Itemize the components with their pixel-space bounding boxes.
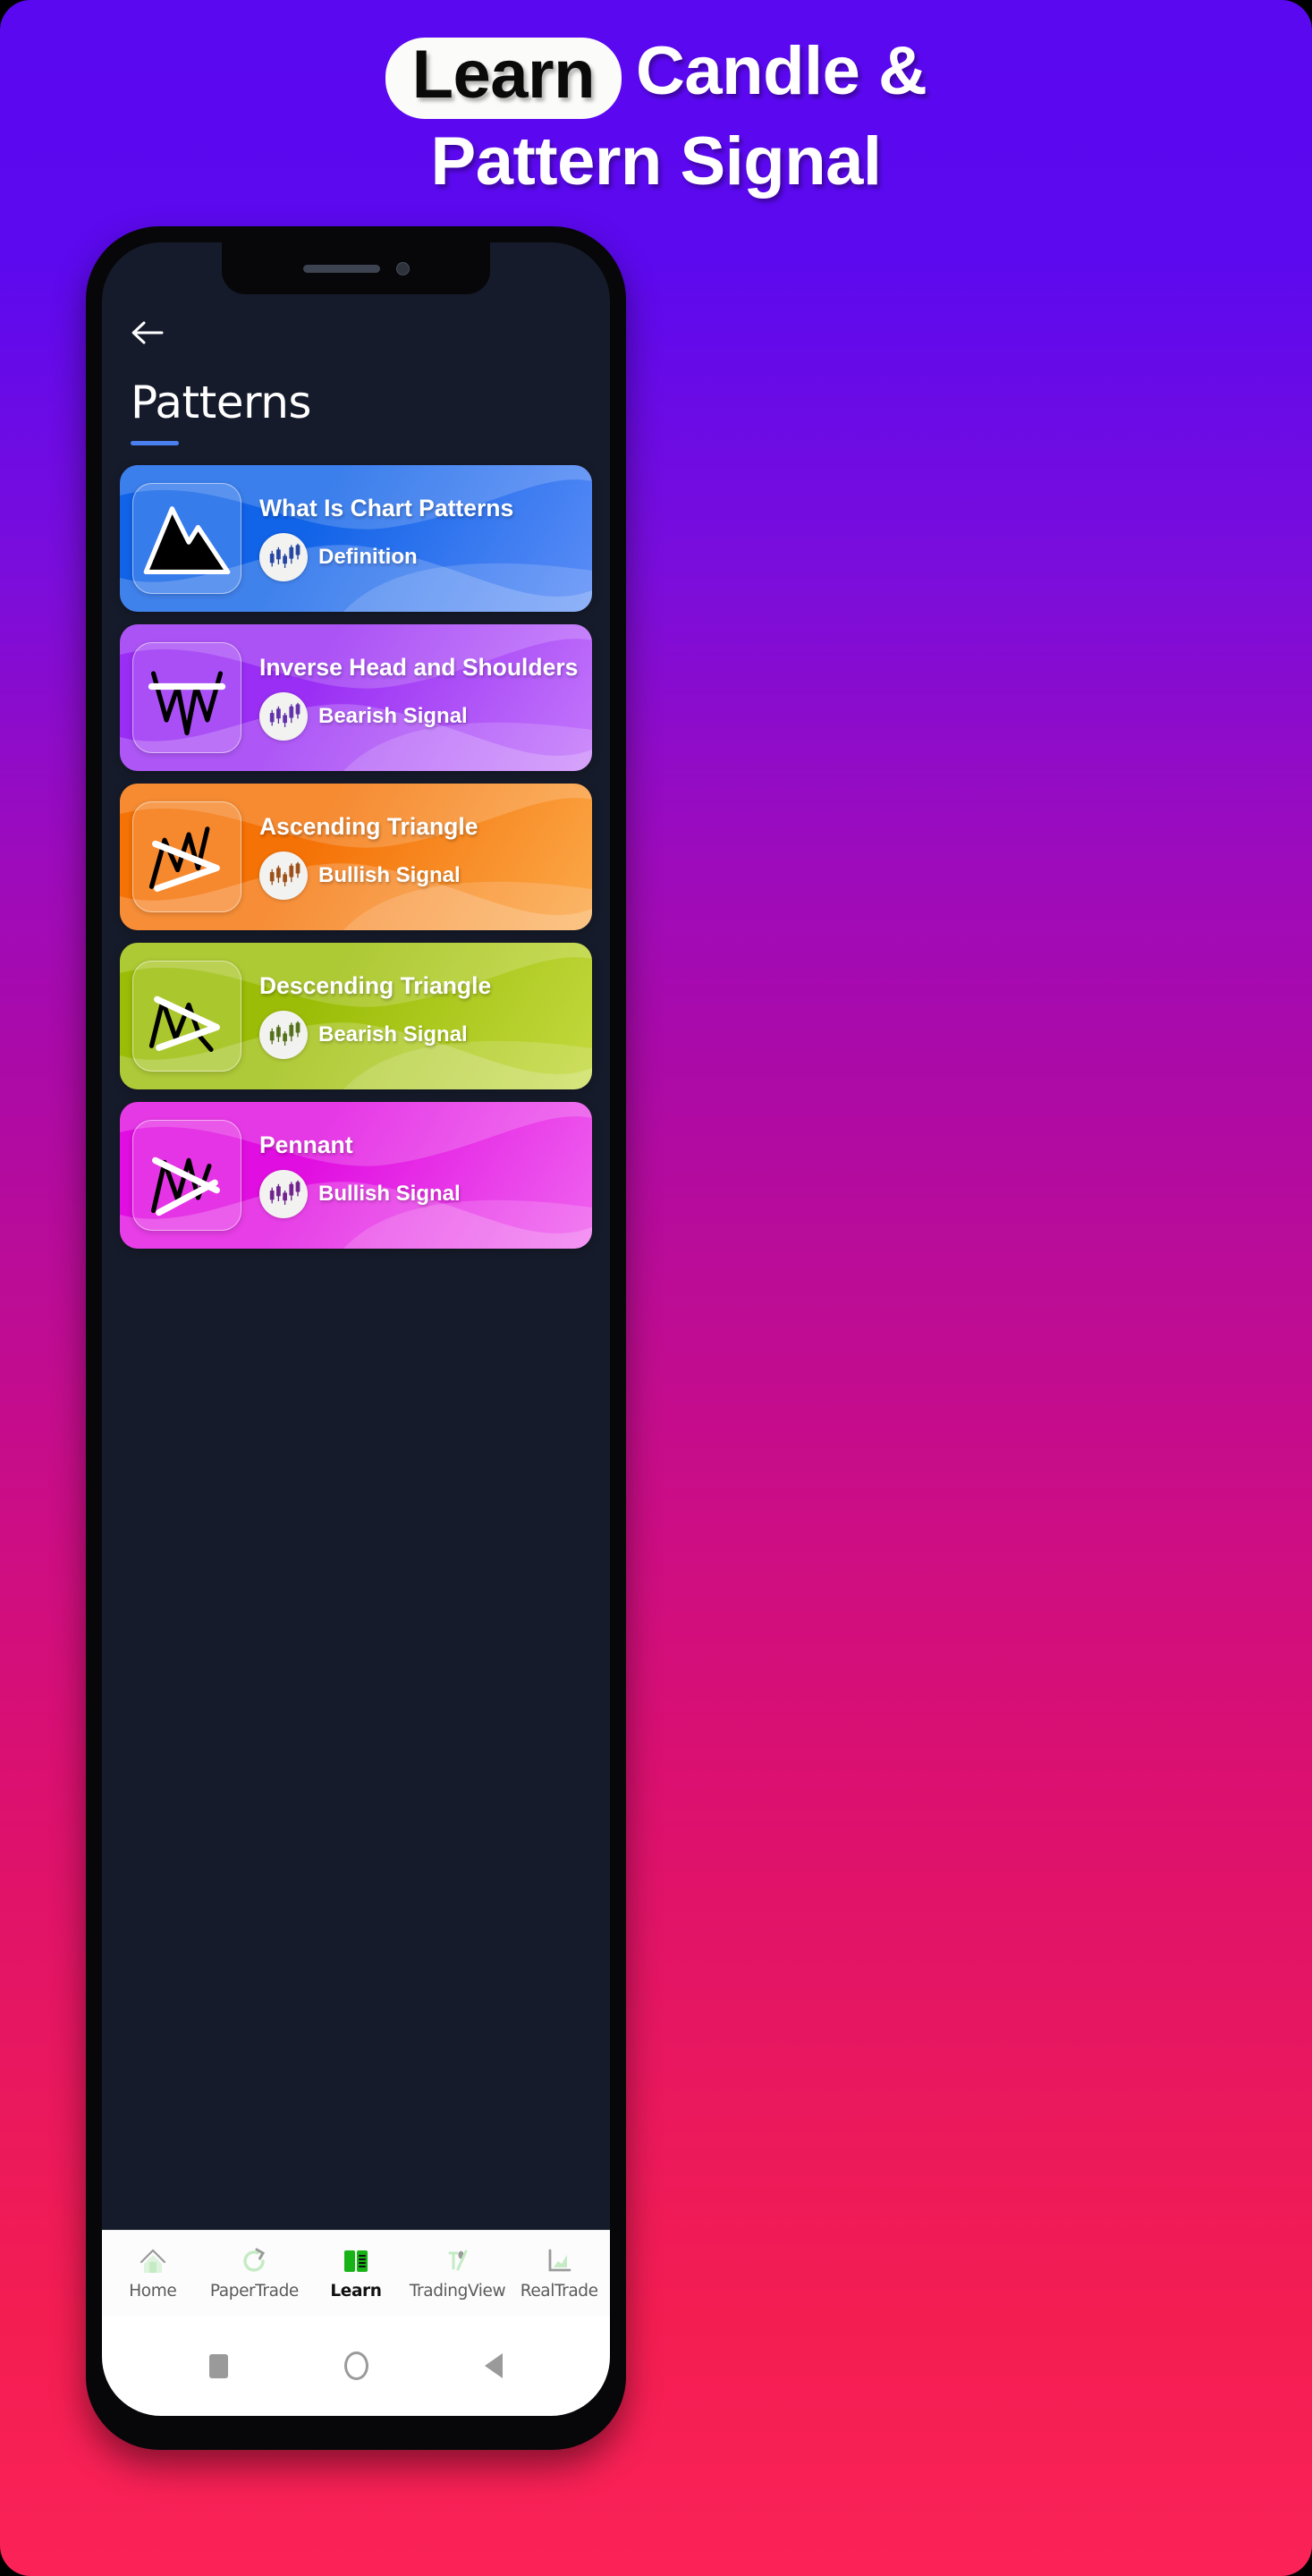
back-nav-button[interactable]	[478, 2351, 509, 2381]
mountain-peaks-icon	[143, 506, 231, 575]
pattern-card-body: Ascending Triangle Bullish Signal	[241, 813, 592, 900]
pattern-title: Descending Triangle	[259, 972, 492, 1000]
candlestick-icon	[269, 1180, 300, 1205]
arrow-left-icon	[131, 321, 164, 344]
signal-badge	[259, 1010, 308, 1059]
pennant-icon	[150, 1157, 220, 1216]
pattern-card[interactable]: Inverse Head and Shoulders Bearish Signa…	[120, 624, 592, 771]
pattern-signal-row: Bearish Signal	[259, 1010, 580, 1059]
pattern-thumbnail	[132, 961, 241, 1072]
headline-badge-learn: Learn	[385, 38, 622, 120]
refresh-icon	[243, 2248, 266, 2272]
pattern-title: Ascending Triangle	[259, 813, 478, 841]
nav-label: Home	[129, 2282, 177, 2301]
recents-button[interactable]	[203, 2351, 233, 2381]
nav-item-tradingview[interactable]: TradingView	[407, 2246, 509, 2301]
pattern-card-body: Inverse Head and Shoulders Bearish Signa…	[241, 654, 592, 741]
nav-label: PaperTrade	[209, 2282, 299, 2301]
android-system-bar	[102, 2316, 610, 2416]
triangle-back-icon	[485, 2353, 503, 2378]
signal-badge	[259, 851, 308, 900]
nav-label: Learn	[330, 2282, 382, 2301]
pattern-card[interactable]: Pennant Bullish Signal	[120, 1102, 592, 1249]
phone-screen: Patterns What Is Chart Patterns Definiti…	[102, 242, 610, 2416]
pattern-card[interactable]: Descending Triangle Bearish Signal	[120, 943, 592, 1089]
signal-badge	[259, 691, 308, 741]
pattern-title: What Is Chart Patterns	[259, 495, 514, 522]
pattern-signal-row: Bearish Signal	[259, 691, 580, 741]
signal-label: Bearish Signal	[318, 1021, 468, 1046]
candlestick-icon	[269, 1021, 300, 1046]
signal-label: Bullish Signal	[318, 862, 461, 887]
descending-triangle-icon	[148, 996, 220, 1053]
nav-item-papertrade[interactable]: PaperTrade	[204, 2246, 306, 2301]
pattern-thumbnail	[132, 1120, 241, 1231]
bottom-navigation: Home PaperTrade Learn TradingView RealTr…	[102, 2230, 610, 2316]
circle-icon	[343, 2351, 368, 2380]
nav-icon-wrap	[444, 2246, 472, 2276]
nav-item-home[interactable]: Home	[102, 2246, 204, 2301]
headline-line2: Pattern Signal	[430, 123, 883, 200]
pattern-title: Pennant	[259, 1131, 353, 1159]
candlestick-icon	[269, 702, 300, 727]
patterns-list: What Is Chart Patterns Definition Invers…	[102, 465, 610, 1249]
candle-icon	[448, 2250, 468, 2271]
nav-icon-wrap	[240, 2246, 268, 2276]
pattern-card-body: Pennant Bullish Signal	[241, 1131, 592, 1218]
open-book-icon	[343, 2250, 368, 2272]
page-title: Patterns	[131, 377, 311, 428]
speaker-grille	[302, 264, 380, 273]
pattern-card[interactable]: What Is Chart Patterns Definition	[120, 465, 592, 612]
nav-icon-wrap	[342, 2246, 370, 2276]
home-button[interactable]	[341, 2351, 371, 2381]
pattern-card-body: Descending Triangle Bearish Signal	[241, 972, 592, 1059]
square-icon	[208, 2353, 228, 2378]
pattern-thumbnail	[132, 483, 241, 594]
area-chart-icon	[548, 2249, 571, 2272]
pattern-card[interactable]: Ascending Triangle Bullish Signal	[120, 784, 592, 930]
candlestick-icon	[269, 861, 300, 886]
page-title-accent	[131, 441, 179, 445]
signal-badge	[259, 1169, 308, 1218]
promo-headline: Learn Candle & Pattern Signal	[0, 34, 1312, 197]
pattern-signal-row: Bullish Signal	[259, 851, 580, 900]
app-screen: Patterns What Is Chart Patterns Definiti…	[102, 242, 610, 2416]
signal-label: Bearish Signal	[318, 703, 468, 728]
pattern-card-body: What Is Chart Patterns Definition	[241, 495, 592, 581]
signal-label: Bullish Signal	[318, 1181, 461, 1206]
pattern-signal-row: Bullish Signal	[259, 1169, 580, 1218]
nav-label: TradingView	[409, 2282, 506, 2301]
nav-item-learn[interactable]: Learn	[305, 2246, 407, 2301]
inverse-head-shoulders-icon	[148, 671, 226, 736]
promo-poster: Learn Candle & Pattern Signal Patterns W…	[0, 0, 1312, 2576]
candlestick-icon	[269, 543, 300, 568]
pattern-thumbnail	[132, 801, 241, 912]
phone-mockup: Patterns What Is Chart Patterns Definiti…	[86, 226, 626, 2450]
nav-item-realtrade[interactable]: RealTrade	[508, 2246, 610, 2301]
signal-badge	[259, 532, 308, 581]
signal-label: Definition	[318, 544, 418, 569]
headline-line1-rest: Candle &	[636, 33, 927, 109]
pattern-signal-row: Definition	[259, 532, 580, 581]
nav-label: RealTrade	[520, 2282, 598, 2301]
phone-notch	[222, 242, 490, 294]
front-camera	[395, 261, 410, 275]
ascending-triangle-icon	[148, 826, 220, 892]
home-icon	[140, 2249, 165, 2273]
nav-icon-wrap	[139, 2246, 167, 2276]
pattern-thumbnail	[132, 642, 241, 753]
nav-icon-wrap	[545, 2246, 573, 2276]
pattern-title: Inverse Head and Shoulders	[259, 654, 579, 682]
